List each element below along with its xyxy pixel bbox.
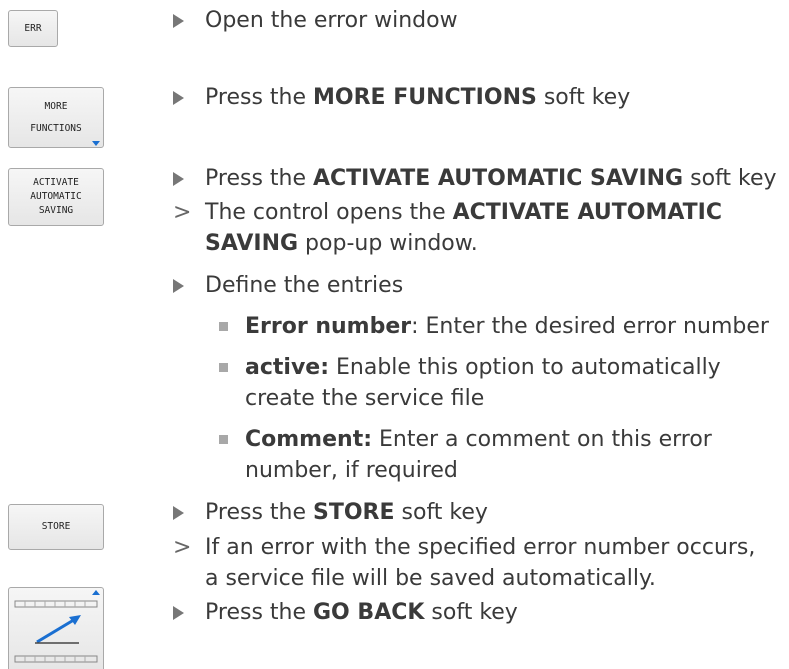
go-back-arrow-icon bbox=[14, 600, 98, 663]
result-service-file-line1: If an error with the specified error num… bbox=[205, 532, 755, 563]
more-functions-label-line1: MORE bbox=[44, 100, 68, 112]
step-arrow-icon bbox=[173, 91, 184, 105]
more-functions-soft-key[interactable]: MORE FUNCTIONS bbox=[8, 87, 104, 148]
result-service-file-line2: a service file will be saved automatical… bbox=[205, 563, 656, 594]
step-text: If an error with the specified error num… bbox=[205, 535, 756, 560]
bullet-icon bbox=[219, 322, 228, 331]
result-control-opens-line1: The control opens the ACTIVATE AUTOMATIC bbox=[205, 197, 722, 228]
activate-label-line1: ACTIVATE bbox=[33, 177, 79, 188]
go-back-soft-key[interactable] bbox=[8, 587, 104, 669]
bullet-comment-line2: number, if required bbox=[245, 455, 458, 486]
entry-label: Error number bbox=[245, 314, 412, 339]
window-name: ACTIVATE AUTOMATIC bbox=[452, 200, 723, 225]
soft-key-name: MORE FUNCTIONS bbox=[313, 85, 537, 110]
step-text: a service file will be saved automatical… bbox=[205, 566, 656, 591]
step-define-entries: Define the entries bbox=[205, 270, 403, 301]
bullet-active-line2: create the service file bbox=[245, 383, 484, 414]
bullet-comment-line1: Comment: Enter a comment on this error bbox=[245, 424, 712, 455]
step-press-activate-automatic-saving: Press the ACTIVATE AUTOMATIC SAVING soft… bbox=[205, 163, 777, 194]
activate-label-line2: AUTOMATIC bbox=[30, 191, 82, 202]
store-key-label: STORE bbox=[41, 521, 71, 532]
step-text: Press the bbox=[205, 600, 313, 625]
step-text: Press the bbox=[205, 166, 313, 191]
step-text: Open the error window bbox=[205, 8, 458, 33]
step-arrow-icon bbox=[173, 506, 184, 520]
activate-automatic-saving-soft-key[interactable]: ACTIVATE AUTOMATIC SAVING bbox=[8, 168, 104, 226]
soft-key-name: STORE bbox=[313, 500, 395, 525]
store-soft-key[interactable]: STORE bbox=[8, 504, 104, 550]
step-arrow-icon bbox=[173, 14, 184, 28]
entry-text: : Enter the desired error number bbox=[411, 314, 769, 339]
more-indicator-icon bbox=[92, 141, 100, 146]
step-text: Define the entries bbox=[205, 273, 404, 298]
step-text: soft key bbox=[536, 85, 631, 110]
entry-text: number, if required bbox=[245, 458, 458, 483]
step-text: pop-up window. bbox=[298, 231, 478, 256]
step-text: soft key bbox=[683, 166, 777, 191]
step-text: soft key bbox=[424, 600, 518, 625]
step-text: Press the bbox=[205, 500, 313, 525]
entry-label: Comment: bbox=[245, 427, 373, 452]
step-arrow-icon bbox=[173, 279, 184, 293]
bullet-icon bbox=[219, 363, 228, 372]
step-arrow-icon bbox=[173, 172, 184, 186]
step-text: The control opens the bbox=[205, 200, 453, 225]
step-press-go-back: Press the GO BACK soft key bbox=[205, 597, 518, 628]
bullet-active-line1: active: Enable this option to automatica… bbox=[245, 352, 721, 383]
bullet-error-number: Error number: Enter the desired error nu… bbox=[245, 311, 769, 342]
entry-label: active: bbox=[245, 355, 330, 380]
err-key[interactable]: ERR bbox=[8, 10, 58, 47]
window-name: SAVING bbox=[205, 231, 299, 256]
entry-text: Enter a comment on this error bbox=[372, 427, 712, 452]
step-press-store: Press the STORE soft key bbox=[205, 497, 488, 528]
entry-text: Enable this option to automatically bbox=[329, 355, 721, 380]
more-functions-label-line2: FUNCTIONS bbox=[30, 122, 82, 134]
step-text: Press the bbox=[205, 85, 313, 110]
err-key-label: ERR bbox=[24, 22, 42, 34]
activate-label-line3: SAVING bbox=[38, 205, 74, 216]
step-text: soft key bbox=[394, 500, 488, 525]
entry-text: create the service file bbox=[245, 386, 485, 411]
result-control-opens-line2: SAVING pop-up window. bbox=[205, 228, 478, 259]
result-marker-icon: > bbox=[173, 535, 192, 560]
result-marker-icon: > bbox=[173, 200, 192, 225]
bullet-icon bbox=[219, 435, 228, 444]
soft-key-name: GO BACK bbox=[313, 600, 425, 625]
soft-key-name: ACTIVATE AUTOMATIC SAVING bbox=[313, 166, 684, 191]
step-press-more-functions: Press the MORE FUNCTIONS soft key bbox=[205, 82, 630, 113]
step-open-error-window: Open the error window bbox=[205, 5, 458, 36]
step-arrow-icon bbox=[173, 606, 184, 620]
